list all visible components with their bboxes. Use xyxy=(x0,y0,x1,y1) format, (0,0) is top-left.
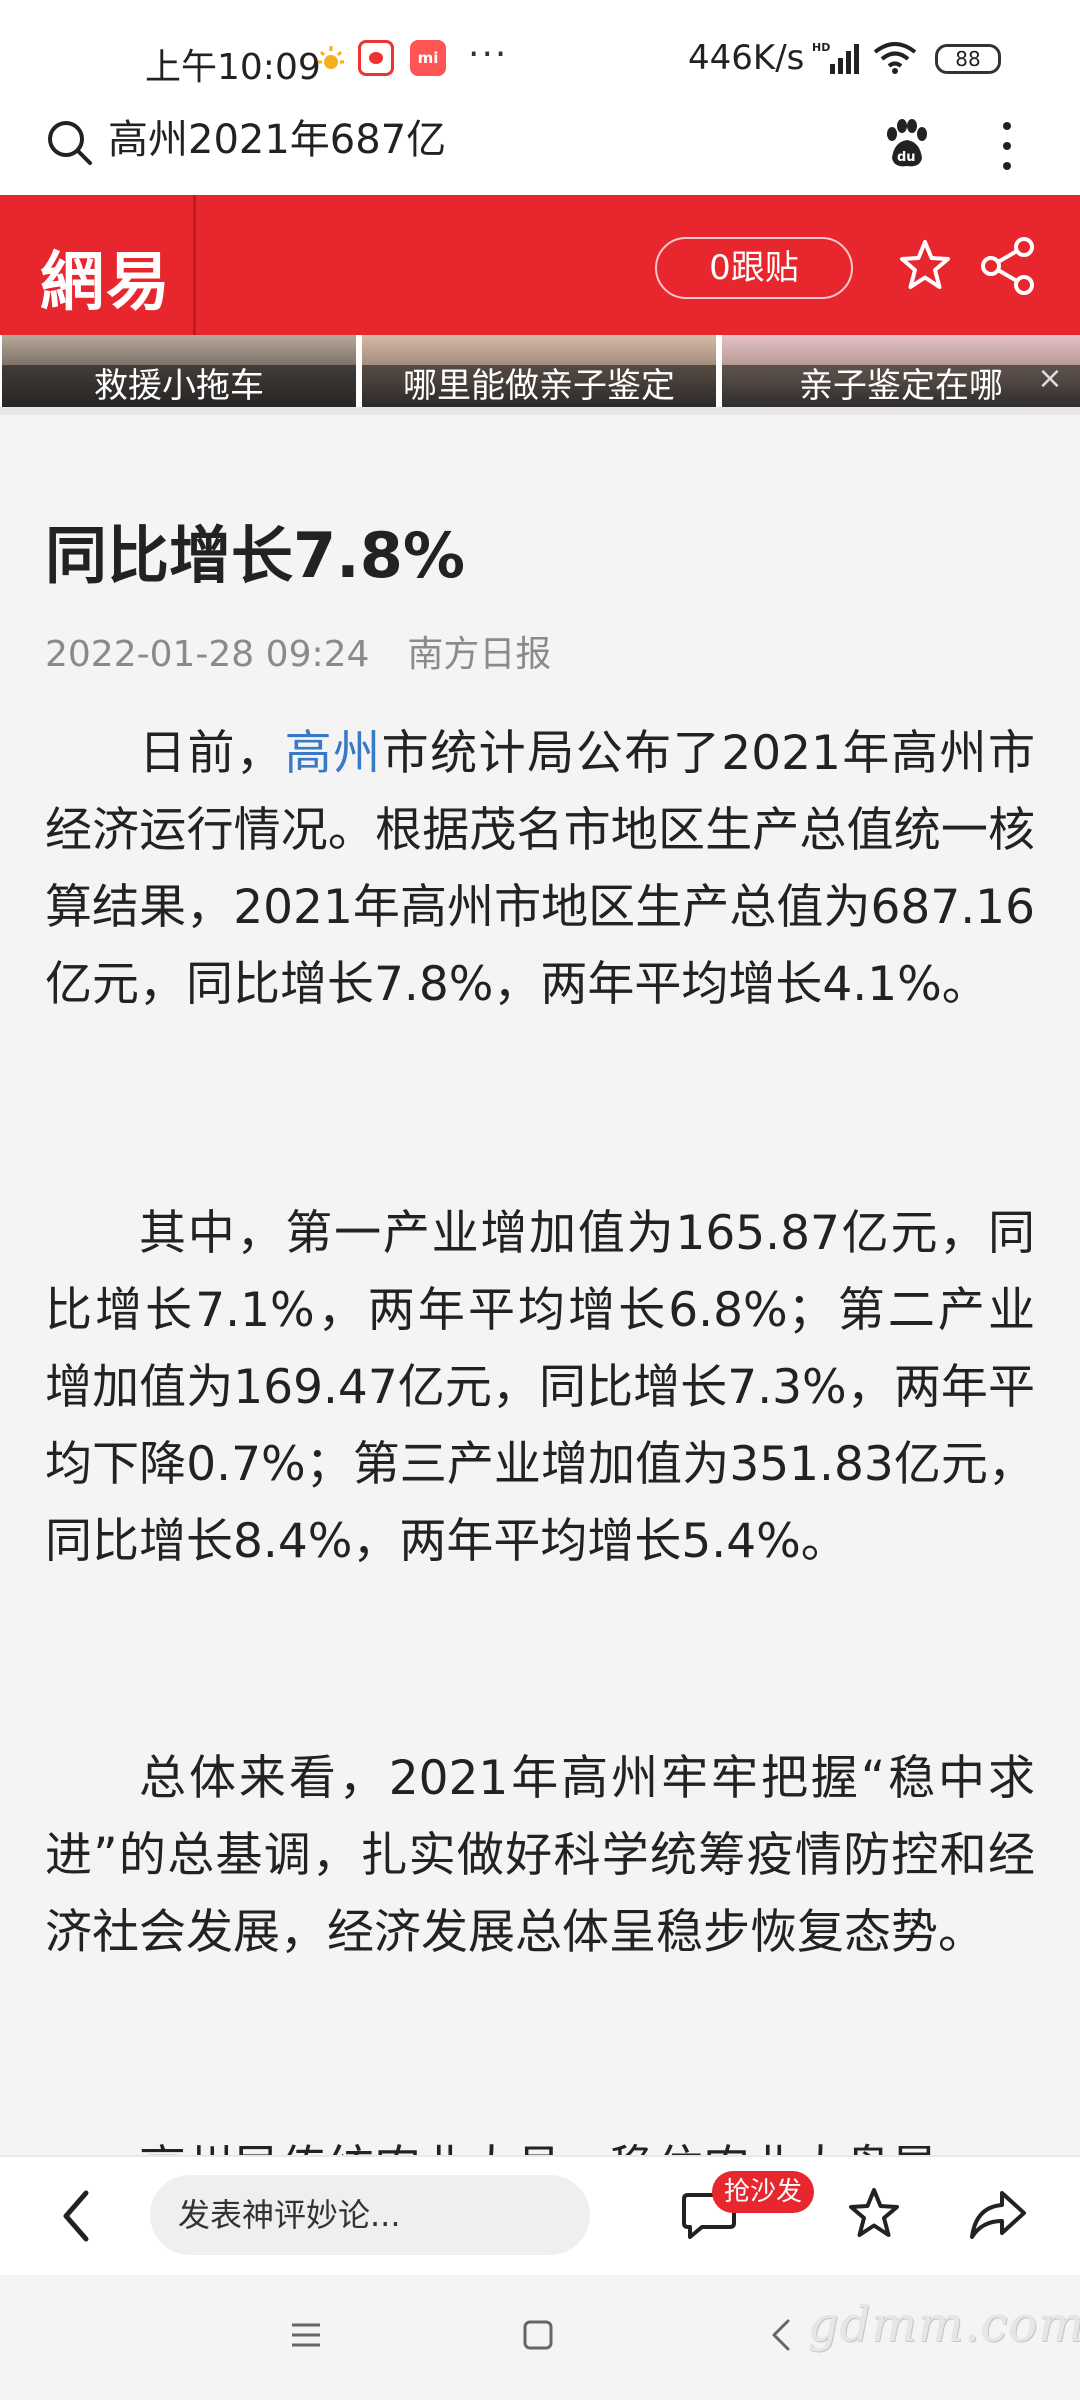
back-arrow-icon[interactable] xyxy=(56,2187,96,2245)
weather-sun-icon xyxy=(318,46,344,69)
signal-icon: HD xyxy=(812,41,859,74)
netease-header: 網易 0跟贴 xyxy=(0,195,1080,335)
comment-count-button[interactable]: 0跟贴 xyxy=(655,237,853,299)
site-watermark: gdmm.com xyxy=(808,2297,1080,2353)
paragraph-text: 日前， xyxy=(139,726,285,781)
share-icon[interactable] xyxy=(978,235,1038,297)
bottom-action-bar: 发表神评妙论... 抢沙发 xyxy=(0,2155,1080,2275)
recent-apps-icon[interactable] xyxy=(288,2317,324,2353)
netease-logo[interactable]: 網易 xyxy=(40,231,172,323)
favorite-star-icon[interactable] xyxy=(896,237,954,295)
ad-close-icon[interactable]: × xyxy=(1030,359,1070,399)
section-divider xyxy=(0,407,1080,415)
article-paragraph: 总体来看，2021年高州牢牢把握“稳中求进”的总基调，扎实做好科学统筹疫情防控和… xyxy=(45,1751,1035,1960)
keyword-link[interactable]: 高州 xyxy=(285,726,382,781)
svg-text:HD: HD xyxy=(812,41,830,54)
grab-sofa-badge[interactable]: 抢沙发 xyxy=(712,2171,815,2213)
search-query[interactable]: 高州2021年687亿 xyxy=(108,118,446,196)
article-title: 同比增长7.8% xyxy=(45,519,465,592)
article-source[interactable]: 南方日报 xyxy=(407,634,551,675)
ad-caption: 亲子鉴定在哪 xyxy=(722,365,1080,407)
nav-back-icon[interactable] xyxy=(766,2317,796,2353)
search-bar[interactable]: 高州2021年687亿 du xyxy=(0,118,1080,196)
ad-caption: 救援小拖车 xyxy=(2,365,356,407)
status-bar: 上午10:09 mi ··· 446K/s HD 88 xyxy=(0,0,1080,118)
ad-tile[interactable]: 救援小拖车 xyxy=(2,335,356,407)
article-paragraph: 日前，高州市统计局公布了2021年高州市经济运行情况。根据茂名市地区生产总值统一… xyxy=(45,715,1035,1023)
article: 同比增长7.8% 2022-01-28 09:24 南方日报 日前，高州市统计局公… xyxy=(0,415,1080,2155)
system-nav-bar: gdmm.com xyxy=(0,2275,1080,2400)
comment-input[interactable]: 发表神评妙论... xyxy=(150,2175,590,2255)
more-notifications-icon: ··· xyxy=(468,34,509,75)
home-icon[interactable] xyxy=(520,2317,556,2353)
article-date: 2022-01-28 09:24 xyxy=(45,634,370,675)
ad-tile[interactable]: 亲子鉴定在哪 × xyxy=(722,335,1080,407)
baidu-paw-icon[interactable]: du xyxy=(880,118,932,170)
status-time: 上午10:09 xyxy=(145,47,321,88)
article-paragraph: 其中，第一产业增加值为165.87亿元，同比增长7.1%，两年平均增长6.8%；… xyxy=(45,1206,1035,1569)
ad-tile[interactable]: 哪里能做亲子鉴定 xyxy=(362,335,716,407)
article-paragraph: 高州导传统农业大县，稳住农业大盘是 xyxy=(45,2130,1035,2155)
wifi-icon xyxy=(873,42,917,74)
network-speed: 446K/s xyxy=(688,38,805,78)
ad-strip: 救援小拖车 哪里能做亲子鉴定 亲子鉴定在哪 × xyxy=(0,335,1080,407)
battery-indicator: 88 xyxy=(935,44,1001,74)
more-menu-icon[interactable] xyxy=(1000,118,1014,174)
search-icon[interactable] xyxy=(45,118,93,166)
mi-app-icon: mi xyxy=(410,40,446,76)
notification-app-icon xyxy=(358,40,394,76)
header-divider xyxy=(193,195,196,335)
svg-text:du: du xyxy=(897,150,916,165)
favorite-star-icon[interactable] xyxy=(845,2185,903,2243)
ad-caption: 哪里能做亲子鉴定 xyxy=(362,365,716,407)
article-meta: 2022-01-28 09:24 南方日报 xyxy=(45,625,551,677)
share-arrow-icon[interactable] xyxy=(968,2185,1028,2243)
